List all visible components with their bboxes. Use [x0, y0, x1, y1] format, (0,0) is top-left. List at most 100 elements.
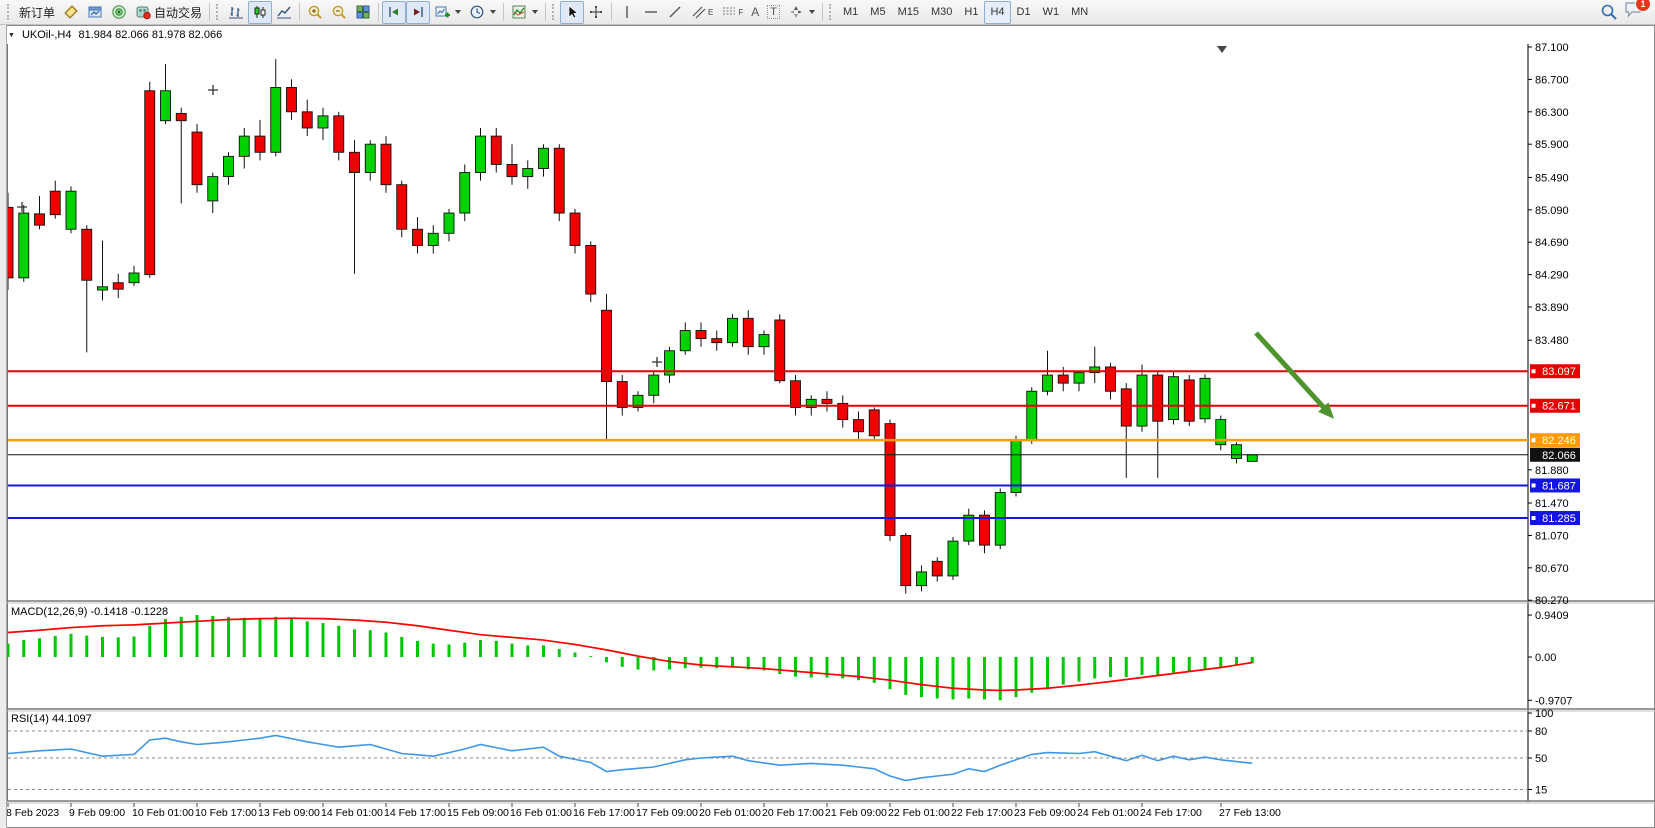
market-window-icon	[87, 4, 103, 20]
candle-body	[82, 229, 92, 280]
plus-marker[interactable]	[208, 85, 218, 95]
toolbar-drag-handle[interactable]	[829, 4, 834, 20]
candle-body	[50, 191, 60, 214]
candle-body	[791, 381, 801, 408]
macd-histogram-bar	[637, 657, 640, 669]
macd-histogram-bar	[369, 630, 372, 657]
toolbar-drag-handle[interactable]	[216, 4, 221, 20]
market-watch-button[interactable]	[83, 1, 107, 24]
timeframe-button-m5[interactable]: M5	[864, 1, 891, 24]
macd-values: -0.1418 -0.1228	[90, 606, 168, 618]
candle-body	[161, 91, 171, 121]
price-badge-label: 82.246	[1542, 435, 1576, 447]
chart-symbol-title: UKOil-,H4	[22, 29, 72, 41]
candle-body	[617, 382, 627, 408]
horizontal-line-tool-button[interactable]	[639, 1, 663, 24]
timeframe-button-h1[interactable]: H1	[958, 1, 984, 24]
arrows-tool-button[interactable]	[784, 1, 819, 24]
rsi-axis-label: 50	[1535, 753, 1547, 765]
fibonacci-tool-button[interactable]: F	[717, 1, 747, 24]
macd-histogram-bar	[463, 643, 466, 657]
price-badge-label: 81.285	[1542, 513, 1576, 525]
toolbar-drag-handle[interactable]	[552, 4, 557, 20]
candle-body	[365, 144, 375, 172]
timeframe-toolbar: M1M5M15M30H1H4D1W1MN	[837, 1, 1094, 24]
line-chart-button[interactable]	[272, 1, 296, 24]
timeframe-button-m1[interactable]: M1	[837, 1, 864, 24]
zoom-in-button[interactable]	[303, 1, 327, 24]
bar-chart-button[interactable]	[224, 1, 248, 24]
macd-histogram-bar	[1204, 657, 1207, 669]
time-axis-label: 15 Feb 09:00	[447, 807, 509, 819]
macd-histogram-bar	[211, 616, 214, 657]
crosshair-tool-button[interactable]	[584, 1, 608, 24]
macd-histogram-bar	[1046, 657, 1049, 688]
timeframe-button-h4[interactable]: H4	[984, 1, 1010, 24]
price-axis-label: 81.880	[1535, 465, 1569, 477]
zoom-out-button[interactable]	[327, 1, 351, 24]
period-button[interactable]	[465, 1, 500, 24]
vertical-line-tool-button[interactable]	[615, 1, 639, 24]
timeframe-button-d1[interactable]: D1	[1011, 1, 1037, 24]
toolbar-separator	[611, 3, 612, 21]
chart-shift-marker[interactable]	[1217, 46, 1227, 53]
chevron-down-icon[interactable]: ▼	[8, 32, 15, 39]
notifications-button[interactable]: 1	[1624, 1, 1643, 23]
price-axis-label: 87.100	[1535, 42, 1569, 54]
macd-histogram-bar	[542, 645, 545, 657]
macd-histogram-bar	[589, 656, 592, 657]
candle-body	[129, 273, 139, 283]
gold-tag-icon-button[interactable]	[59, 1, 83, 24]
chevron-down-icon	[490, 10, 496, 14]
main-toolbar: 新订单 自动交易	[0, 0, 1655, 25]
candle-body	[728, 318, 738, 342]
timeframe-button-mn[interactable]: MN	[1065, 1, 1094, 24]
rsi-name: RSI(14)	[11, 713, 49, 725]
toolbar-drag-handle[interactable]	[7, 4, 12, 20]
timeframe-button-m30[interactable]: M30	[925, 1, 958, 24]
candle-body	[539, 148, 549, 168]
macd-histogram-bar	[133, 636, 136, 657]
candle-body	[428, 233, 438, 245]
macd-axis-label: 0.00	[1535, 652, 1556, 664]
macd-histogram-bar	[1188, 657, 1191, 671]
candle-body	[1169, 377, 1179, 420]
price-axis-label: 84.690	[1535, 237, 1569, 249]
candlestick-chart-button[interactable]	[248, 1, 272, 24]
chart-shift-button[interactable]	[406, 1, 430, 24]
auto-scroll-button[interactable]	[382, 1, 406, 24]
new-chart-button[interactable]	[430, 1, 465, 24]
text-tool-button[interactable]: A	[747, 1, 763, 24]
trendline-tool-button[interactable]	[663, 1, 687, 24]
search-icon[interactable]	[1600, 3, 1618, 21]
time-axis-label: 21 Feb 09:00	[825, 807, 887, 819]
text-label-tool-button[interactable]: T	[763, 1, 784, 24]
macd-histogram-bar	[400, 637, 403, 657]
toolbar-separator	[503, 3, 504, 21]
tile-windows-button[interactable]	[351, 1, 375, 24]
price-axis-label: 81.070	[1535, 530, 1569, 542]
plus-marker[interactable]	[17, 202, 27, 212]
channel-tool-button[interactable]: E	[687, 1, 717, 24]
candle-body	[917, 572, 927, 586]
macd-histogram-bar	[227, 617, 230, 657]
cursor-tool-button[interactable]	[560, 1, 584, 24]
plus-marker[interactable]	[652, 357, 662, 367]
candle-body	[901, 535, 911, 585]
candle-body	[1184, 380, 1194, 421]
indicators-button[interactable]	[507, 1, 542, 24]
macd-histogram-bar	[1172, 657, 1175, 673]
candle-body	[523, 169, 533, 177]
signal-button[interactable]	[107, 1, 131, 24]
macd-histogram-bar	[511, 644, 514, 657]
time-axis-label: 27 Feb 13:00	[1219, 807, 1281, 819]
timeframe-button-w1[interactable]: W1	[1037, 1, 1066, 24]
macd-histogram-bar	[810, 657, 813, 678]
autotrading-button[interactable]: 自动交易	[131, 1, 206, 24]
cursor-icon	[564, 4, 580, 20]
new-order-button[interactable]: 新订单	[15, 1, 59, 24]
zoom-out-icon	[331, 4, 347, 20]
candle-body	[1153, 375, 1163, 421]
candle-body	[35, 214, 45, 225]
timeframe-button-m15[interactable]: M15	[892, 1, 925, 24]
